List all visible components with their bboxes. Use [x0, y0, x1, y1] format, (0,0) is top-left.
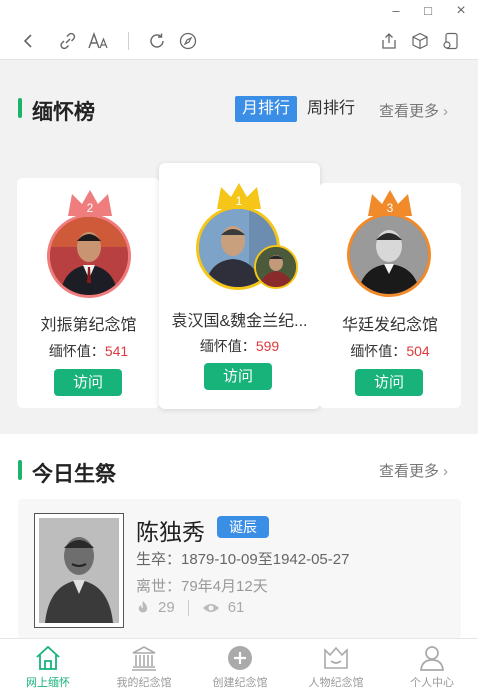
plus-circle-icon — [228, 646, 252, 670]
ranking-card-2[interactable]: 2 刘振第纪念馆 缅怀值：541 访问 — [17, 178, 160, 408]
close-button[interactable]: × — [451, 3, 471, 19]
browser-toolbar — [0, 22, 478, 60]
page-content: 缅怀榜 月排行 周排行 查看更多 › 2 刘振第纪念馆 缅怀值：541 访问 1… — [0, 61, 478, 638]
chevron-right-icon: › — [443, 103, 449, 120]
flower-count: 29 — [158, 599, 175, 616]
section-title-accent — [18, 98, 22, 118]
avatar-secondary — [254, 245, 298, 289]
eye-icon — [202, 603, 219, 612]
share-icon[interactable] — [378, 30, 400, 52]
nav-person-memorials[interactable]: 人物纪念馆 — [288, 639, 384, 689]
window-titlebar: – □ × — [0, 0, 478, 22]
nav-online-remembrance[interactable]: 网上缅怀 — [0, 639, 96, 689]
ranking-card-1[interactable]: 1 袁汉国&魏金兰纪... 缅怀值：599 访问 — [159, 163, 320, 409]
stats-divider — [187, 599, 189, 616]
flame-icon — [138, 600, 148, 612]
nav-create-memorial[interactable]: 创建纪念馆 — [192, 639, 288, 689]
view-more-link[interactable]: 查看更多 › — [379, 100, 448, 121]
remembrance-value-number: 504 — [406, 343, 430, 359]
portrait-photo — [34, 513, 124, 628]
memorial-hall-icon — [132, 646, 156, 671]
avatar — [347, 213, 431, 297]
remembrance-value-label: 缅怀值： — [199, 338, 256, 354]
link-icon[interactable] — [57, 30, 79, 52]
maximize-button[interactable]: □ — [418, 3, 438, 19]
section-title: 缅怀榜 — [32, 101, 95, 124]
memorial-name: 袁汉国&魏金兰纪... — [171, 313, 308, 330]
nav-label: 我的纪念馆 — [116, 677, 172, 689]
person-name: 陈独秀 — [136, 519, 205, 545]
remembrance-value: 缅怀值：541 — [17, 341, 160, 361]
view-more-label: 查看更多 — [379, 463, 440, 480]
passed-text: 离世：79年4月12天 — [136, 578, 268, 595]
remembrance-value-number: 599 — [255, 338, 280, 354]
minimize-button[interactable]: – — [386, 3, 406, 19]
section-title: 今日生祭 — [32, 463, 116, 486]
memorial-name: 华廷发纪念馆 — [341, 317, 438, 334]
tab-monthly-ranking[interactable]: 月排行 — [235, 96, 297, 122]
visit-button[interactable]: 访问 — [204, 363, 272, 390]
nav-my-memorials[interactable]: 我的纪念馆 — [96, 639, 192, 689]
nav-label: 人物纪念馆 — [308, 677, 364, 689]
person-stats: 29 61 — [136, 599, 244, 616]
nav-label: 创建纪念馆 — [212, 677, 268, 689]
avatar — [47, 214, 131, 298]
remembrance-value-number: 541 — [104, 343, 129, 359]
remembrance-value: 缅怀值：599 — [159, 336, 320, 356]
mini-program-icon[interactable] — [440, 30, 462, 52]
view-more-link[interactable]: 查看更多 › — [379, 460, 448, 481]
font-size-icon[interactable] — [88, 30, 110, 52]
person-memorial-icon — [324, 646, 348, 669]
birthday-badge: 诞辰 — [217, 516, 269, 538]
nav-label: 个人中心 — [410, 677, 454, 689]
nav-personal-center[interactable]: 个人中心 — [384, 639, 478, 689]
cube-icon[interactable] — [409, 30, 431, 52]
remembrance-value: 缅怀值：504 — [319, 341, 461, 361]
remembrance-ranking-section: 缅怀榜 月排行 周排行 查看更多 › 2 刘振第纪念馆 缅怀值：541 访问 1… — [0, 61, 478, 431]
remembrance-value-label: 缅怀值： — [350, 343, 407, 359]
nav-label: 网上缅怀 — [26, 677, 70, 689]
bottom-navigation: 网上缅怀 我的纪念馆 创建纪念馆 人物纪念馆 个人中心 — [0, 638, 478, 689]
ranking-card-3[interactable]: 3 华廷发纪念馆 缅怀值：504 访问 — [319, 183, 461, 408]
compass-icon[interactable] — [177, 30, 199, 52]
memorial-name: 刘振第纪念馆 — [40, 317, 137, 334]
section-title-accent — [18, 460, 22, 480]
tab-weekly-ranking[interactable]: 周排行 — [307, 96, 355, 122]
view-more-label: 查看更多 — [379, 103, 440, 120]
toolbar-separator — [128, 32, 129, 50]
today-birthday-section: 今日生祭 查看更多 › 陈独秀 诞辰 生卒：1879-10-09至1942-05-… — [0, 434, 478, 638]
refresh-icon[interactable] — [146, 30, 168, 52]
user-icon — [420, 646, 444, 671]
chevron-right-icon: › — [443, 463, 449, 480]
person-card[interactable]: 陈独秀 诞辰 生卒：1879-10-09至1942-05-27 离世：79年4月… — [18, 499, 461, 638]
remembrance-value-label: 缅怀值： — [48, 343, 105, 359]
view-count: 61 — [227, 599, 245, 616]
visit-button[interactable]: 访问 — [355, 369, 423, 396]
rank-number: 2 — [87, 201, 94, 215]
back-icon[interactable] — [17, 30, 39, 52]
visit-button[interactable]: 访问 — [54, 369, 122, 396]
lifespan-text: 生卒：1879-10-09至1942-05-27 — [136, 551, 350, 568]
home-icon — [36, 645, 60, 670]
